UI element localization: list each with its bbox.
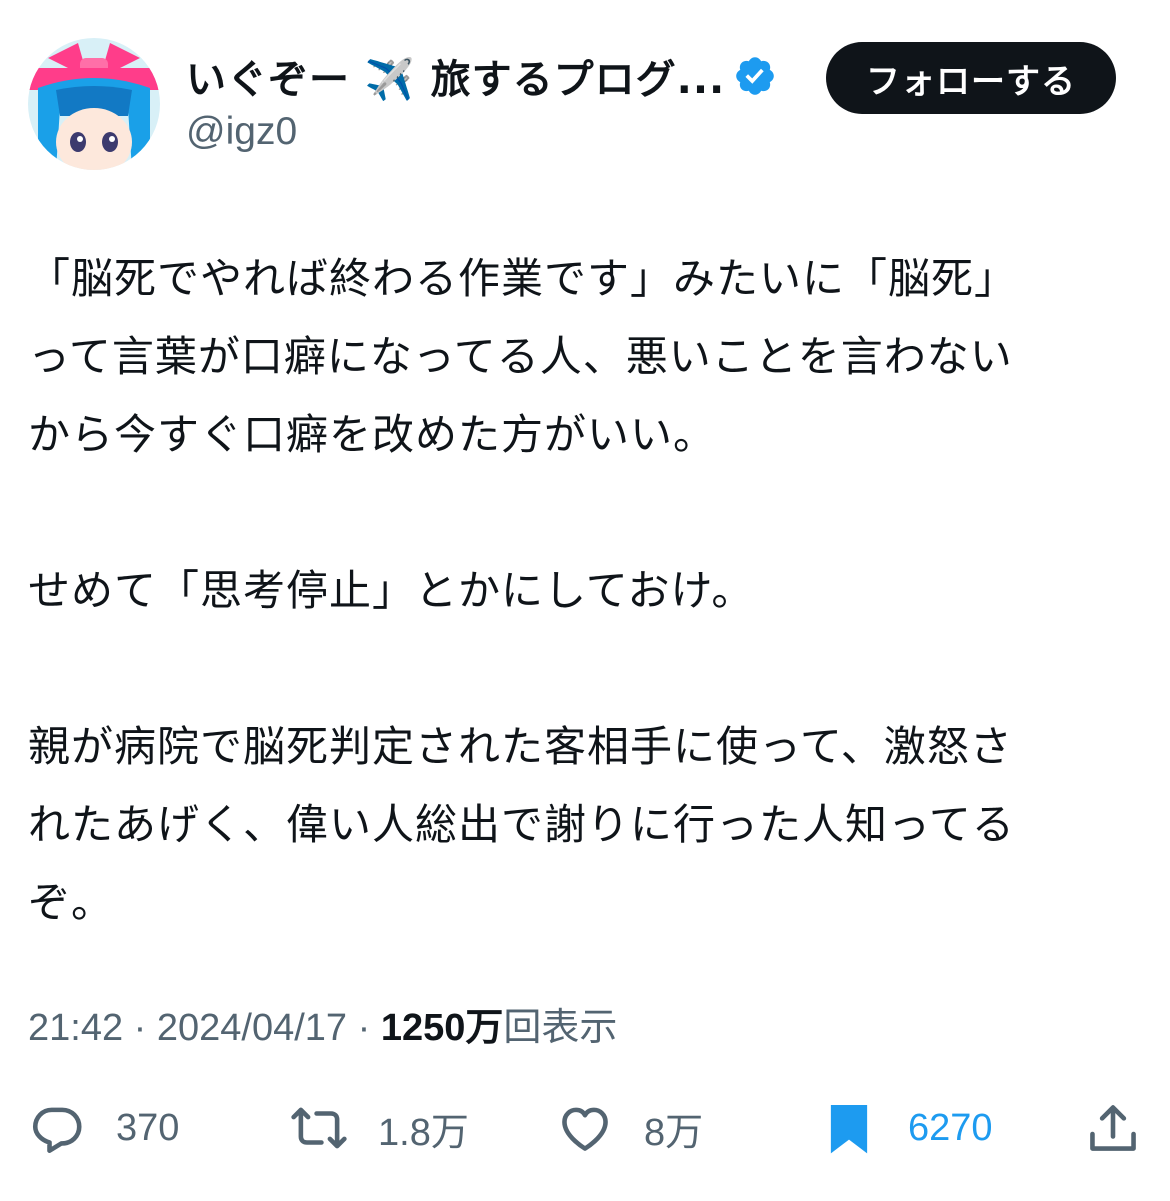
- tweet-text: 「脳死でやれば終わる作業です」みたいに「脳死」 って言葉が口癖になってる人、悪い…: [28, 254, 1018, 927]
- reply-icon: [32, 1107, 82, 1154]
- avatar[interactable]: [28, 38, 160, 170]
- action-bar: 370 1.8万 8万 6270: [0, 1088, 1170, 1168]
- bookmark-button[interactable]: 6270: [820, 1088, 993, 1168]
- user-handle[interactable]: @igz0: [186, 110, 826, 154]
- display-name[interactable]: いぐぞー ✈️ 旅するプログ...: [186, 47, 725, 105]
- follow-button[interactable]: フォローする: [826, 42, 1116, 114]
- reply-button[interactable]: 370: [28, 1088, 179, 1168]
- retweet-count: 1.8万: [378, 1111, 469, 1154]
- like-count: 8万: [644, 1111, 704, 1154]
- share-icon: [1090, 1105, 1136, 1151]
- display-name-row: いぐぞー ✈️ 旅するプログ...: [186, 48, 826, 104]
- verified-badge-icon: [736, 57, 775, 95]
- views-label: 回表示: [503, 1007, 618, 1049]
- retweet-button[interactable]: 1.8万: [290, 1088, 469, 1168]
- heart-icon: [562, 1107, 608, 1151]
- tweet-time[interactable]: 21:42: [28, 1007, 123, 1049]
- like-button[interactable]: 8万: [556, 1088, 703, 1168]
- retweet-icon: [291, 1107, 347, 1149]
- avatar-image: [28, 38, 160, 170]
- meta-separator: ·: [133, 1007, 147, 1049]
- share-button[interactable]: [1084, 1088, 1142, 1168]
- tweet-meta: 21:42 · 2024/04/17 · 1250万回表示: [28, 996, 617, 1051]
- meta-separator: ·: [357, 1007, 371, 1049]
- bookmark-count: 6270: [908, 1106, 993, 1149]
- views-count: 1250万: [380, 1007, 504, 1049]
- user-info: いぐぞー ✈️ 旅するプログ... @igz0: [186, 48, 826, 154]
- reply-count: 370: [116, 1106, 180, 1149]
- tweet-header: いぐぞー ✈️ 旅するプログ... @igz0 フォローする: [28, 38, 1142, 172]
- bookmark-icon: [830, 1105, 868, 1154]
- tweet-date[interactable]: 2024/04/17: [157, 1007, 347, 1049]
